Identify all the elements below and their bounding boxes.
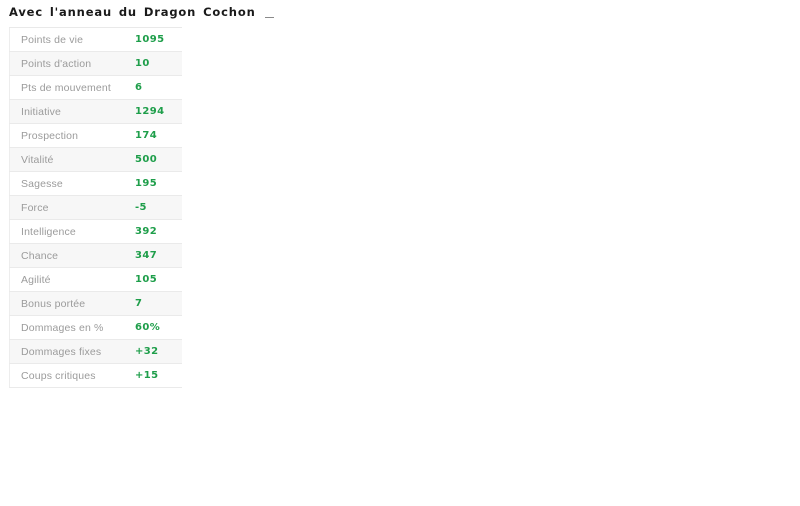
stat-value: 1095 <box>133 27 182 52</box>
stat-value: +32 <box>133 339 182 364</box>
stat-value: +15 <box>133 363 182 388</box>
stat-label: Points de vie <box>9 27 133 52</box>
stat-value: 105 <box>133 267 182 292</box>
stat-value: 7 <box>133 291 182 316</box>
title-trailing-dash-icon <box>264 17 274 18</box>
stat-label: Sagesse <box>9 171 133 196</box>
stat-value: 60% <box>133 315 182 340</box>
character-stats-table: Points de vie 1095 Points d'action 10 Pts de… <box>9 27 182 388</box>
table-row: Intelligence 392 <box>9 219 182 244</box>
stat-value: 6 <box>133 75 182 100</box>
table-row: Points de vie 1095 <box>9 27 182 52</box>
table-row: Sagesse 195 <box>9 171 182 196</box>
table-row: Chance 347 <box>9 243 182 268</box>
stat-label: Force <box>9 195 133 220</box>
table-row: Dommages en % 60% <box>9 315 182 340</box>
table-row: Vitalité 500 <box>9 147 182 172</box>
panel-title: Avec l'anneau du Dragon Cochon <box>9 4 274 20</box>
stat-value: 347 <box>133 243 182 268</box>
table-row: Pts de mouvement 6 <box>9 75 182 100</box>
stat-label: Agilité <box>9 267 133 292</box>
stat-label: Pts de mouvement <box>9 75 133 100</box>
stat-label: Chance <box>9 243 133 268</box>
stat-value: -5 <box>133 195 182 220</box>
table-row: Coups critiques +15 <box>9 363 182 388</box>
stats-table-body: Points de vie 1095 Points d'action 10 Pts de… <box>9 27 182 388</box>
stat-value: 10 <box>133 51 182 76</box>
screenshot-root: Avec l'anneau du Dragon Cochon Points de… <box>0 0 800 506</box>
table-row: Agilité 105 <box>9 267 182 292</box>
stat-label: Dommages fixes <box>9 339 133 364</box>
stat-label: Initiative <box>9 99 133 124</box>
stat-value: 500 <box>133 147 182 172</box>
stat-label: Prospection <box>9 123 133 148</box>
stat-label: Dommages en % <box>9 315 133 340</box>
stat-label: Points d'action <box>9 51 133 76</box>
stat-label: Bonus portée <box>9 291 133 316</box>
stat-label: Intelligence <box>9 219 133 244</box>
table-row: Bonus portée 7 <box>9 291 182 316</box>
stat-value: 195 <box>133 171 182 196</box>
stat-value: 1294 <box>133 99 182 124</box>
table-row: Points d'action 10 <box>9 51 182 76</box>
stat-label: Coups critiques <box>9 363 133 388</box>
table-row: Dommages fixes +32 <box>9 339 182 364</box>
table-row: Initiative 1294 <box>9 99 182 124</box>
stat-value: 392 <box>133 219 182 244</box>
stat-label: Vitalité <box>9 147 133 172</box>
table-row: Prospection 174 <box>9 123 182 148</box>
table-row: Force -5 <box>9 195 182 220</box>
page-title: Avec l'anneau du Dragon Cochon <box>9 5 256 19</box>
stat-value: 174 <box>133 123 182 148</box>
